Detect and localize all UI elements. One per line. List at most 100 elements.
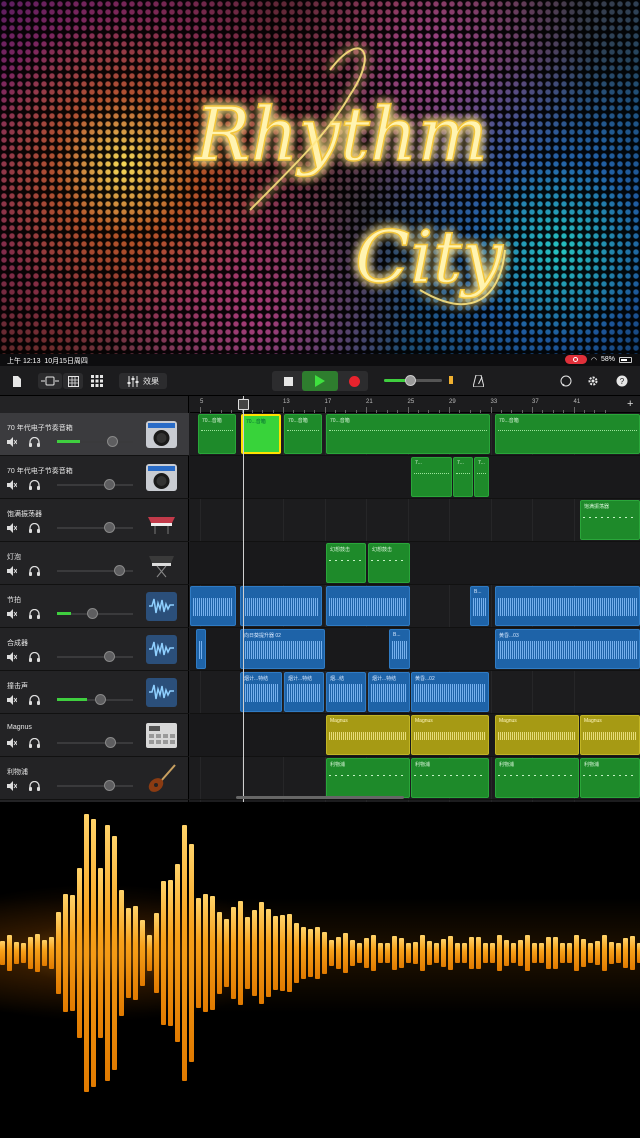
region[interactable]: 幻想鼓击: [326, 543, 366, 583]
fx-button[interactable]: 效果: [119, 373, 167, 389]
horizontal-scrollbar[interactable]: [236, 796, 404, 799]
mute-icon[interactable]: [7, 652, 17, 662]
track-volume-slider[interactable]: [57, 436, 133, 447]
waveform-icon[interactable]: [145, 591, 178, 622]
region[interactable]: 7...: [474, 457, 489, 497]
mute-icon[interactable]: [7, 781, 17, 791]
region[interactable]: [326, 586, 410, 626]
stop-button[interactable]: [278, 374, 298, 388]
track-volume-knob[interactable]: [86, 608, 98, 619]
headphones-icon[interactable]: [29, 695, 40, 705]
region[interactable]: Magnus: [580, 715, 640, 755]
region[interactable]: [190, 586, 236, 626]
region[interactable]: 7...: [453, 457, 473, 497]
region[interactable]: 黄昏...02: [411, 672, 489, 712]
region[interactable]: 利物浦: [495, 758, 579, 798]
tracks-view-button[interactable]: [63, 373, 83, 389]
waveform-icon[interactable]: [145, 634, 178, 665]
track-volume-slider[interactable]: [57, 522, 133, 533]
play-button[interactable]: [302, 371, 338, 391]
track-header[interactable]: 70 年代电子节奏音箱: [0, 413, 189, 456]
track-volume-knob[interactable]: [103, 522, 115, 533]
track-lane[interactable]: [190, 499, 640, 542]
region[interactable]: Magnus: [411, 715, 489, 755]
waveform-icon[interactable]: [145, 677, 178, 708]
my-songs-button[interactable]: [10, 373, 24, 389]
track-volume-slider[interactable]: [57, 608, 133, 619]
track-header[interactable]: 撞击声: [0, 671, 189, 714]
help-button[interactable]: ?: [614, 373, 630, 389]
track-header[interactable]: 70 年代电子节奏音箱: [0, 456, 189, 499]
headphones-icon[interactable]: [29, 738, 40, 748]
headphones-icon[interactable]: [29, 523, 40, 533]
drum-machine-icon[interactable]: [145, 419, 178, 450]
mute-icon[interactable]: [7, 480, 17, 490]
region[interactable]: 利物浦: [326, 758, 410, 798]
metronome-button[interactable]: [470, 373, 486, 389]
region[interactable]: B...: [470, 586, 489, 626]
track-volume-slider[interactable]: [57, 479, 133, 490]
track-volume-slider[interactable]: [57, 737, 133, 748]
mute-icon[interactable]: [7, 523, 17, 533]
synth-stand-icon[interactable]: [145, 548, 178, 579]
headphones-icon[interactable]: [29, 480, 40, 490]
mute-icon[interactable]: [7, 437, 17, 447]
region[interactable]: [240, 586, 322, 626]
region[interactable]: 70...音箱: [495, 414, 640, 454]
track-header[interactable]: Magnus: [0, 714, 189, 757]
region[interactable]: 烟计...特结: [284, 672, 324, 712]
playhead[interactable]: [243, 396, 244, 802]
mute-icon[interactable]: [7, 566, 17, 576]
settings-button[interactable]: [585, 373, 601, 389]
track-volume-slider[interactable]: [57, 565, 133, 576]
region[interactable]: 利物浦: [411, 758, 489, 798]
bass-guitar-icon[interactable]: [145, 763, 178, 794]
region[interactable]: 70...音箱: [284, 414, 322, 454]
live-loops-button[interactable]: [88, 373, 106, 389]
track-header[interactable]: 节拍: [0, 585, 189, 628]
track-volume-knob[interactable]: [103, 651, 115, 662]
master-volume-knob[interactable]: [405, 375, 417, 386]
region[interactable]: 向日葵提升器 02: [240, 629, 325, 669]
region[interactable]: 70...音箱: [241, 414, 281, 454]
sampler-icon[interactable]: [145, 720, 178, 751]
add-section-button[interactable]: +: [627, 398, 633, 410]
region[interactable]: 烟...结: [326, 672, 366, 712]
headphones-icon[interactable]: [29, 781, 40, 791]
track-volume-knob[interactable]: [105, 737, 117, 748]
track-volume-slider[interactable]: [57, 780, 133, 791]
track-volume-knob[interactable]: [94, 694, 106, 705]
region[interactable]: 黄昏...03: [495, 629, 640, 669]
drum-machine-icon[interactable]: [145, 462, 178, 493]
region[interactable]: Magnus: [326, 715, 410, 755]
track-volume-knob[interactable]: [106, 436, 118, 447]
track-volume-slider[interactable]: [57, 651, 133, 662]
playhead-handle[interactable]: [238, 399, 249, 410]
region[interactable]: [495, 586, 640, 626]
track-volume-knob[interactable]: [103, 780, 115, 791]
track-header[interactable]: 灯泡: [0, 542, 189, 585]
mute-icon[interactable]: [7, 738, 17, 748]
track-volume-knob[interactable]: [103, 479, 115, 490]
browser-button[interactable]: [38, 373, 62, 389]
headphones-icon[interactable]: [29, 437, 40, 447]
headphones-icon[interactable]: [29, 652, 40, 662]
region[interactable]: 利物浦: [580, 758, 640, 798]
track-header[interactable]: 利物浦: [0, 757, 189, 800]
headphones-icon[interactable]: [29, 609, 40, 619]
mute-icon[interactable]: [7, 609, 17, 619]
region[interactable]: 烟计...特结: [240, 672, 282, 712]
region[interactable]: [196, 629, 206, 669]
region[interactable]: 70...音箱: [326, 414, 490, 454]
record-button[interactable]: [344, 374, 364, 388]
mute-icon[interactable]: [7, 695, 17, 705]
headphones-icon[interactable]: [29, 566, 40, 576]
region[interactable]: 幻想鼓击: [368, 543, 410, 583]
track-lane[interactable]: [190, 542, 640, 585]
track-volume-knob[interactable]: [114, 565, 126, 576]
synth-keyboard-icon[interactable]: [145, 505, 178, 536]
region[interactable]: 饱满振荡器: [580, 500, 640, 540]
region[interactable]: B...: [389, 629, 410, 669]
region[interactable]: Magnus: [495, 715, 579, 755]
master-volume-slider[interactable]: [384, 375, 442, 386]
